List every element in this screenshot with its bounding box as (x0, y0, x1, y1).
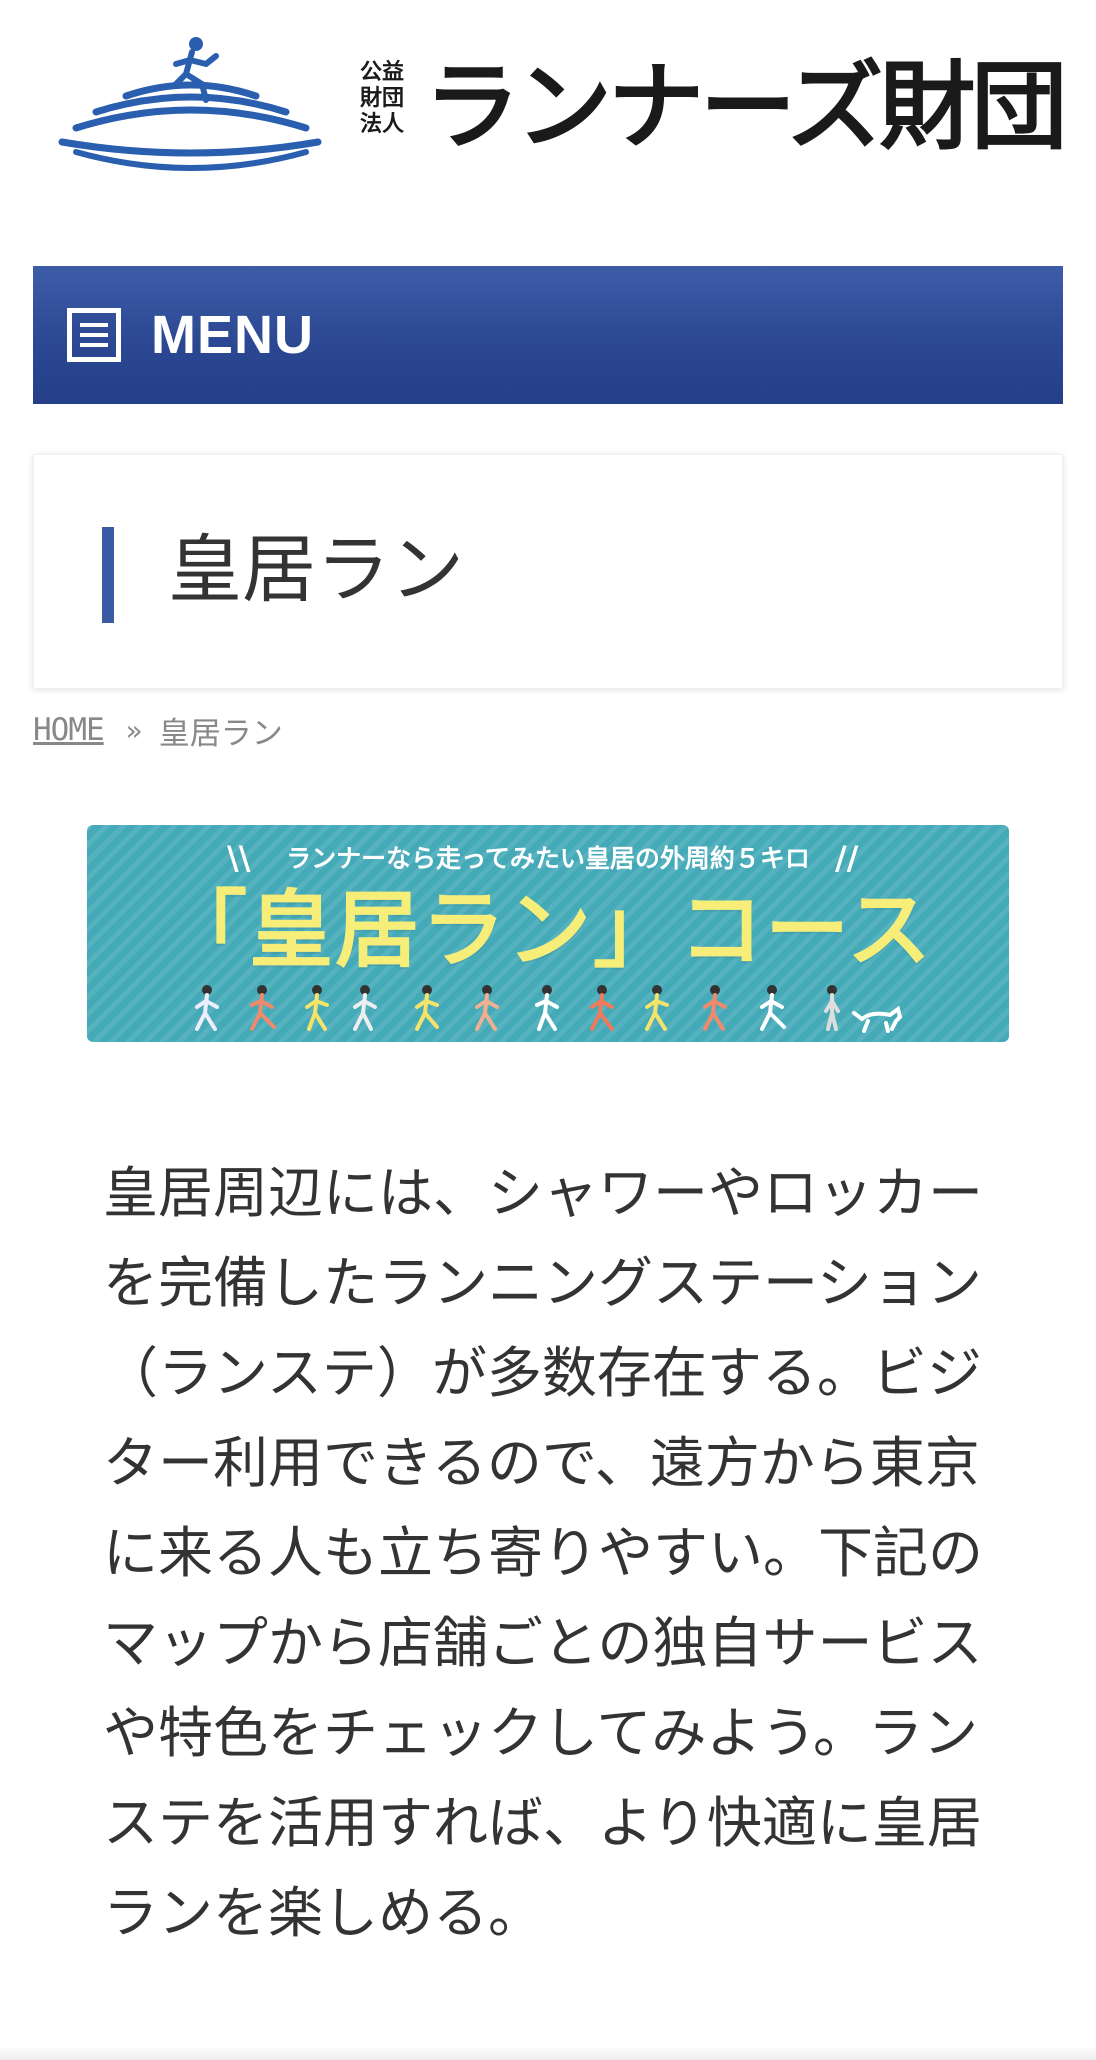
breadcrumb-home-link[interactable]: HOME (33, 712, 105, 748)
menu-label: MENU (151, 305, 314, 365)
logo-sub-line: 法人 (360, 112, 405, 137)
page-title: 皇居ラン (168, 527, 464, 613)
page-title-card: 皇居ラン (33, 454, 1063, 689)
hamburger-icon (67, 308, 121, 362)
logo-wordmark[interactable]: ランナーズ財団 (424, 52, 1067, 162)
banner-tagline: ランナーなら走ってみたい皇居の外周約５キロ (286, 844, 810, 873)
runners-illustration (195, 985, 903, 1033)
course-banner[interactable]: \\ ランナーなら走ってみたい皇居の外周約５キロ // 「皇居ラン」コース (87, 825, 1009, 1042)
runner-figure (195, 985, 840, 1031)
logo-subtitle: 公益 財団 法人 (360, 60, 420, 138)
banner-slash-right: // (835, 839, 859, 877)
intro-paragraph: 皇居周辺には、シャワーやロッカーを完備したランニングステーション（ランステ）が多… (103, 1161, 984, 1945)
breadcrumb-current: 皇居ラン (158, 715, 283, 752)
logo-sub-line: 財団 (360, 86, 405, 111)
logo-sub-line: 公益 (360, 60, 405, 85)
banner-title: 「皇居ラン」コース (163, 881, 933, 979)
dog-icon (852, 1005, 903, 1033)
runner-logo-icon[interactable] (56, 34, 326, 174)
breadcrumb-separator: » (125, 713, 143, 747)
breadcrumb: HOME » 皇居ラン (33, 706, 283, 754)
scroll-shadow (0, 2046, 1096, 2060)
menu-button[interactable]: MENU (33, 266, 1063, 404)
site-header: 公益 財団 法人 ランナーズ財団 (0, 0, 1096, 220)
title-accent-bar (102, 527, 114, 623)
